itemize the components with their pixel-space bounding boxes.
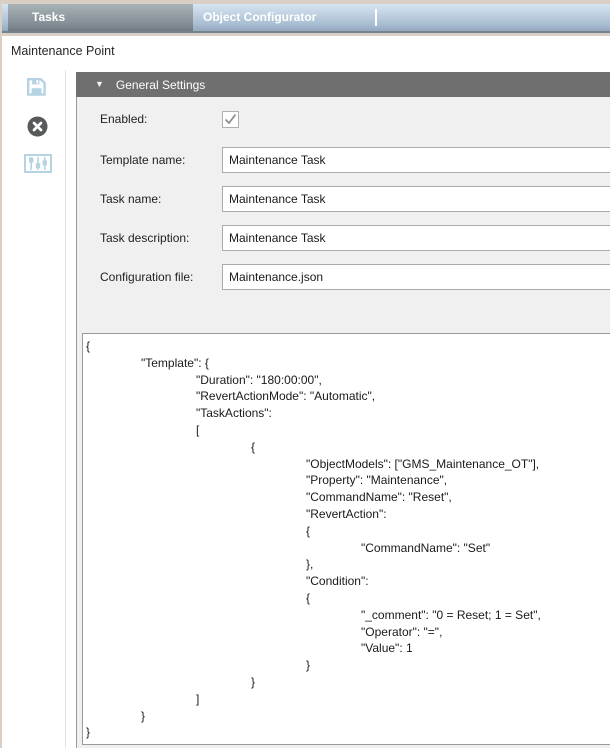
task-description-label: Task description: <box>100 231 189 245</box>
config-json-content: { "Template": { "Duration": "180:00:00",… <box>86 338 610 741</box>
task-name-input[interactable] <box>222 186 610 212</box>
general-settings-panel: Enabled: Template name: Task name: Task … <box>76 97 610 748</box>
sliders-icon <box>24 154 52 173</box>
tab-tasks[interactable]: Tasks <box>8 4 193 31</box>
task-description-input[interactable] <box>222 225 610 251</box>
page-title: Maintenance Point <box>11 44 115 58</box>
window-left-edge <box>0 0 2 748</box>
checkmark-icon <box>223 112 238 127</box>
toolbar-separator <box>65 70 66 748</box>
floppy-disk-icon <box>26 77 54 97</box>
cancel-button[interactable] <box>27 114 55 138</box>
configuration-file-label: Configuration file: <box>100 270 193 284</box>
task-name-label: Task name: <box>100 192 161 206</box>
tab-separator <box>375 9 377 26</box>
save-button[interactable] <box>26 75 54 99</box>
general-settings-title: General Settings <box>116 78 205 92</box>
enabled-label: Enabled: <box>100 112 147 126</box>
configure-button[interactable] <box>24 151 52 175</box>
enabled-checkbox[interactable] <box>222 111 239 128</box>
tab-bar-bottom-strip <box>0 33 610 36</box>
template-name-input[interactable] <box>222 147 610 173</box>
general-settings-header[interactable]: ▼ General Settings <box>76 72 610 97</box>
tab-bar: Tasks Object Configurator <box>2 4 610 33</box>
circle-x-icon <box>27 116 55 137</box>
configuration-file-input[interactable] <box>222 264 610 290</box>
template-name-label: Template name: <box>100 153 185 167</box>
collapse-arrow-icon[interactable]: ▼ <box>95 80 104 89</box>
config-json-editor[interactable]: { "Template": { "Duration": "180:00:00",… <box>82 333 610 745</box>
tab-object-configurator[interactable]: Object Configurator <box>193 4 375 31</box>
app-window: Tasks Object Configurator Maintenance Po… <box>0 0 610 748</box>
